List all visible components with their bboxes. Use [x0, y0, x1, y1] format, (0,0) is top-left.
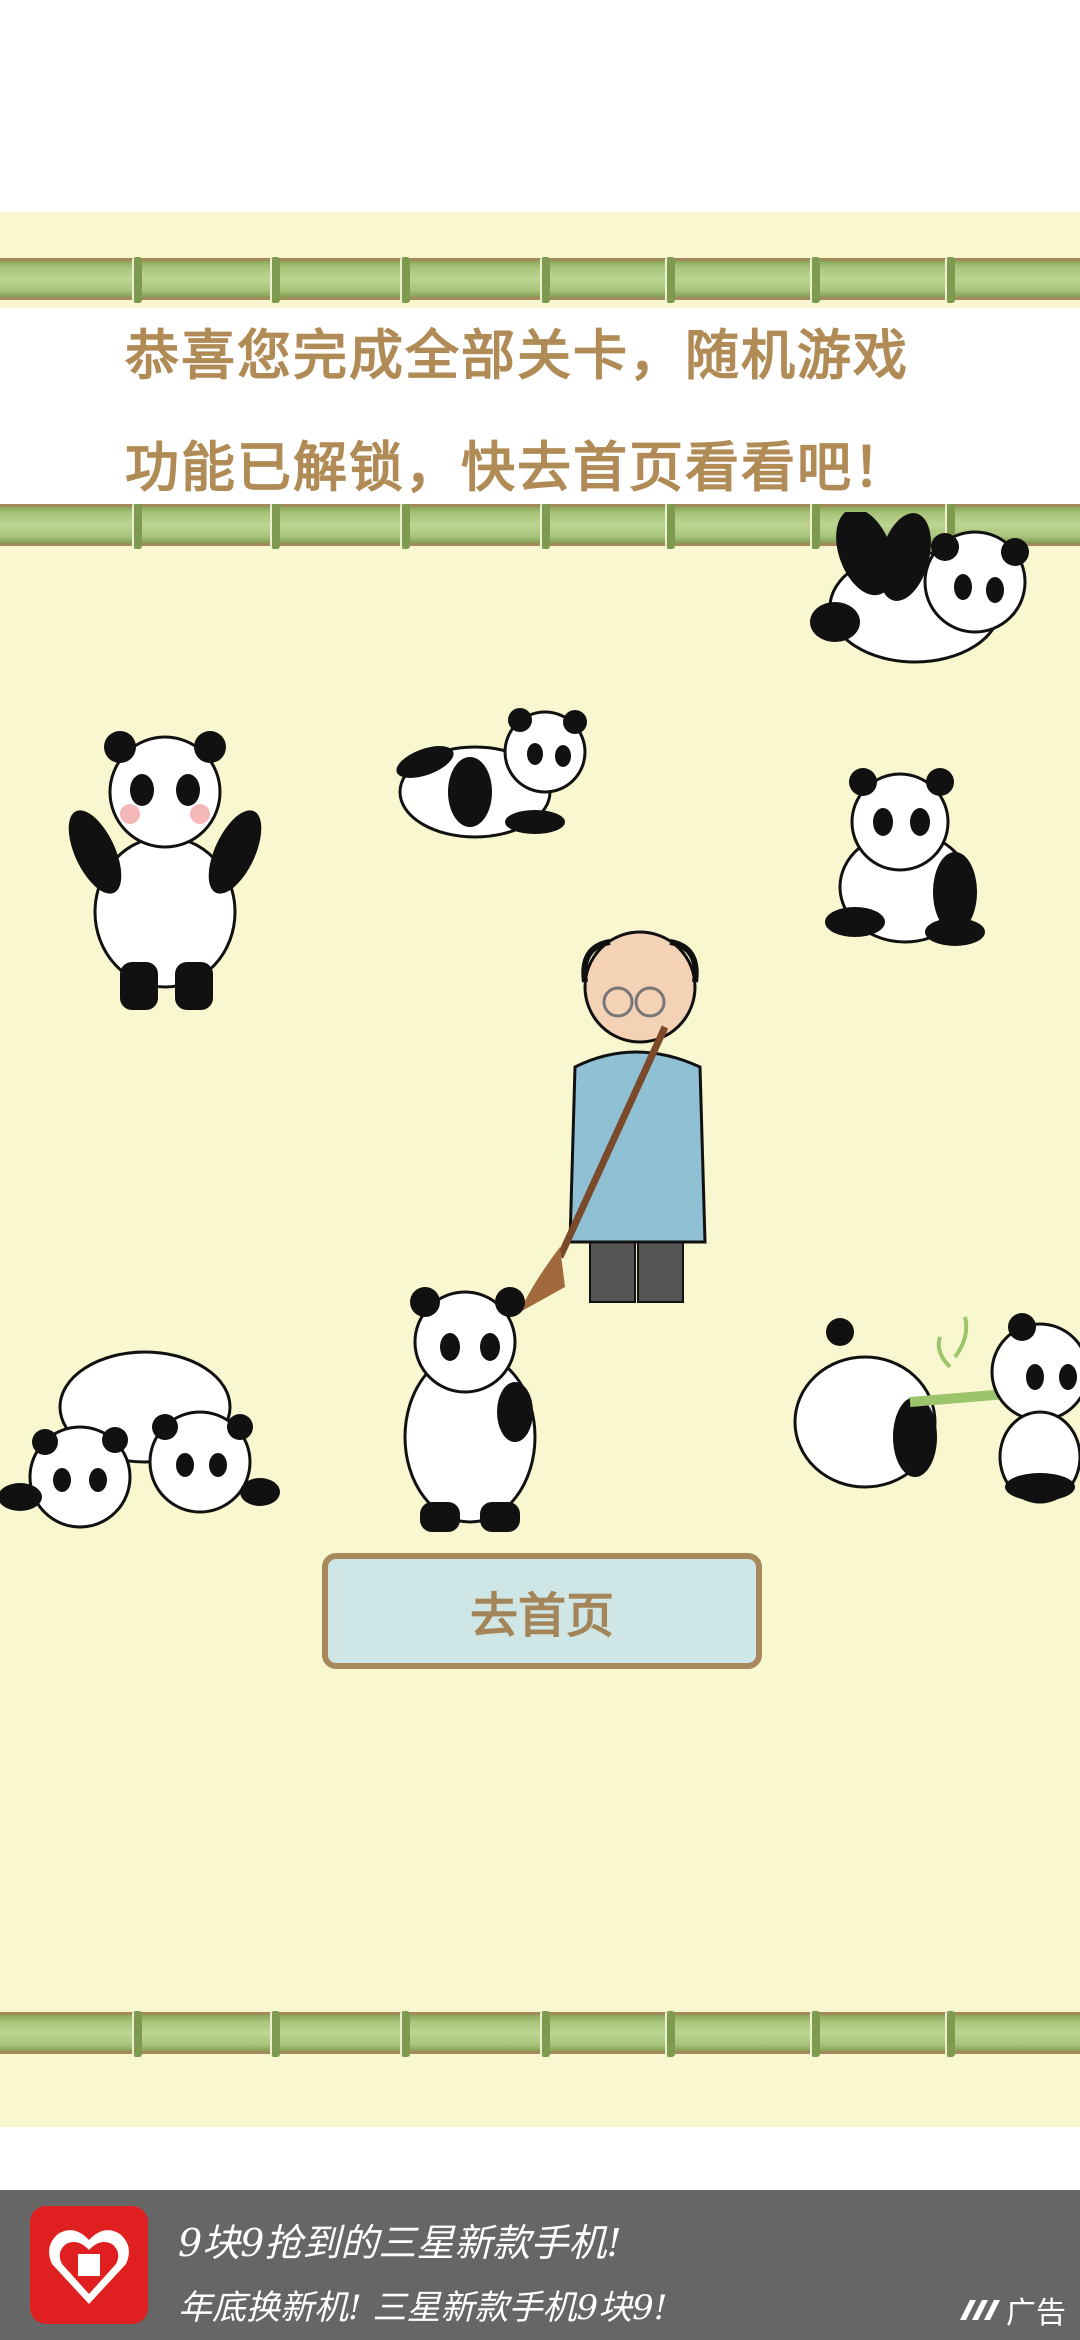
pinduoduo-logo-icon: [30, 2206, 148, 2324]
completion-message: 恭喜您完成全部关卡，随机游戏 功能已解锁，快去首页看看吧！: [125, 300, 975, 524]
pandas-pile-left: [0, 1350, 280, 1529]
ad-subtitle: 年底换新机! 三星新款手机9块9!: [178, 2288, 668, 2328]
message-line-1: 恭喜您完成全部关卡，随机游戏: [125, 324, 909, 387]
panda-arms-up: [68, 731, 262, 1010]
grandpa-sweeping: [520, 930, 707, 1312]
go-home-button-label: 去首页: [469, 1588, 614, 1644]
message-banner: 恭喜您完成全部关卡，随机游戏 功能已解锁，快去首页看看吧！: [0, 308, 1080, 504]
ad-title: 9块9抢到的三星新款手机!: [178, 2221, 622, 2265]
bamboo-border-top: [0, 257, 1080, 303]
bamboo-border-bottom: [0, 2011, 1080, 2057]
go-home-button[interactable]: 去首页: [322, 1553, 762, 1669]
ad-badge: 广告: [958, 2288, 1066, 2332]
ad-banner[interactable]: 9块9抢到的三星新款手机! 年底换新机! 三星新款手机9块9! 广告: [0, 2190, 1080, 2340]
panda-sitting-right: [825, 768, 985, 946]
ad-badge-label: 广告: [1006, 2296, 1066, 2331]
game-screen: 恭喜您完成全部关卡，随机游戏 功能已解锁，快去首页看看吧！ 去首页: [0, 212, 1080, 2127]
panda-lying-center: [396, 708, 587, 839]
ad-stripes-icon: [960, 2300, 1000, 2320]
message-line-2: 功能已解锁，快去首页看看吧！: [125, 436, 909, 499]
pandas-with-bamboo-right: [793, 1313, 1080, 1504]
top-blank-area: [0, 0, 1080, 212]
panda-standing-center: [403, 1287, 537, 1532]
panda-lying-top-right: [810, 512, 1029, 664]
